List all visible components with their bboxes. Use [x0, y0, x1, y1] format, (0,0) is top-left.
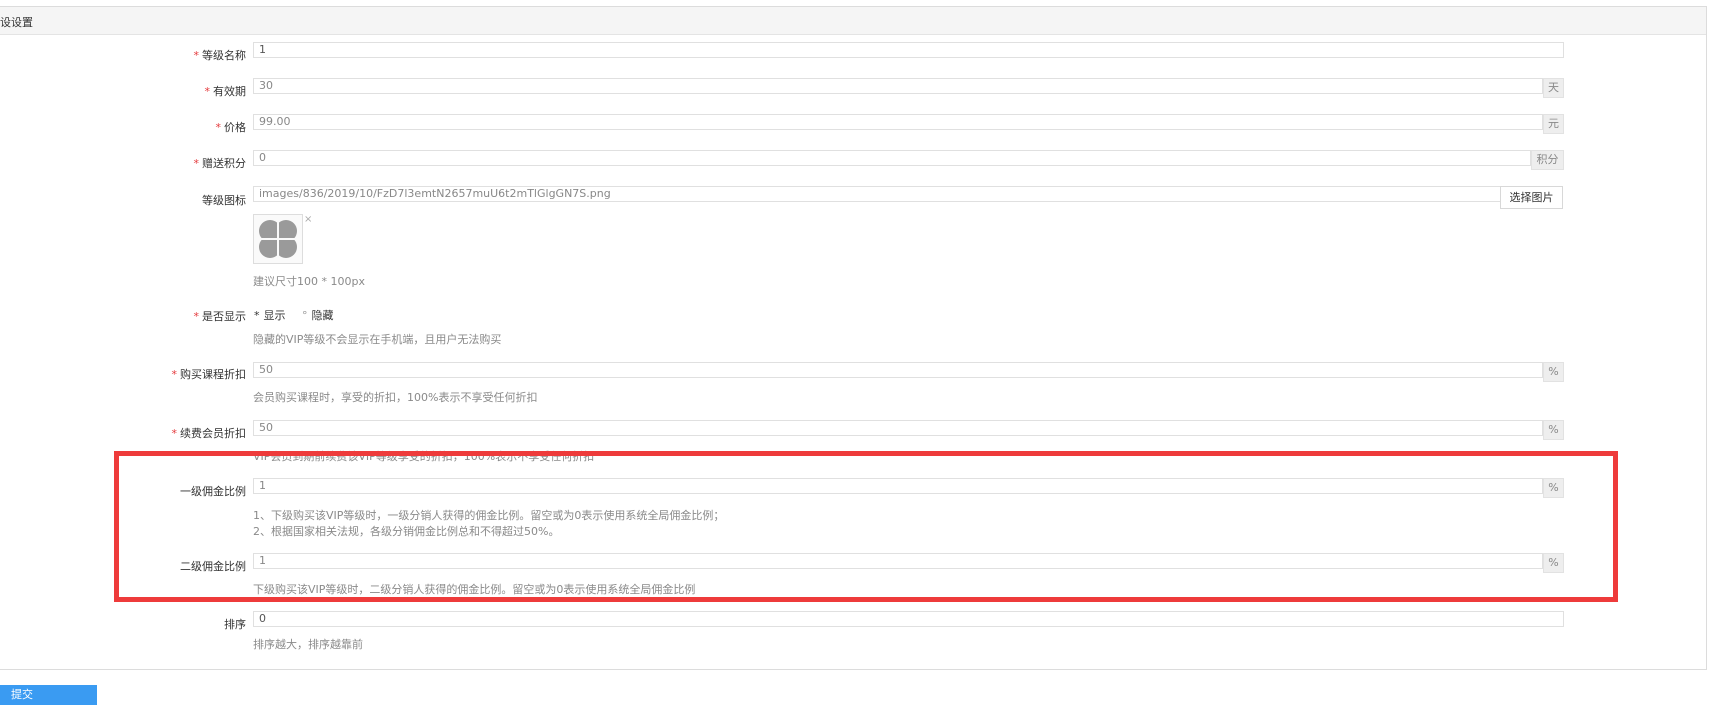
price-unit: 元 — [1543, 114, 1564, 134]
bonus-points-unit: 积分 — [1531, 150, 1564, 170]
required-mark: * — [193, 49, 200, 62]
display-label: * 是否显示 — [193, 310, 247, 323]
choose-image-button[interactable]: 选择图片 — [1500, 186, 1563, 209]
commission-level1-label: 一级佣金比例 — [180, 485, 246, 498]
price-input[interactable]: 99.00 — [253, 114, 1543, 130]
required-mark: * — [171, 368, 178, 381]
level-name-input[interactable]: 1 — [253, 42, 1564, 58]
price-label: * 价格 — [215, 121, 247, 134]
radio-selected-icon: * — [254, 309, 260, 322]
commission-level2-unit: % — [1543, 553, 1564, 573]
commission-level1-hint-2: 2、根据国家相关法规，各级分销佣金比例总和不得超过50%。 — [253, 525, 560, 538]
display-hint: 隐藏的VIP等级不会显示在手机端，且用户无法购买 — [253, 333, 502, 346]
commission-level2-hint: 下级购买该VIP等级时，二级分销人获得的佣金比例。留空或为0表示使用系统全局佣金… — [253, 583, 696, 596]
clover-icon — [258, 219, 298, 259]
level-icon-preview — [253, 214, 303, 264]
required-mark: * — [204, 85, 211, 98]
level-name-label: * 等级名称 — [193, 49, 247, 62]
renew-discount-input[interactable]: 50 — [253, 420, 1543, 436]
icon-label: 等级图标 — [202, 194, 246, 207]
submit-button[interactable]: 提交 — [0, 685, 97, 705]
panel-header: 设设置 — [0, 7, 1706, 35]
required-mark: * — [171, 427, 178, 440]
validity-input[interactable]: 30 — [253, 78, 1543, 94]
commission-level2-label: 二级佣金比例 — [180, 560, 246, 573]
sort-label: 排序 — [224, 618, 246, 631]
bonus-points-label: * 赠送积分 — [193, 157, 247, 170]
bonus-points-input[interactable]: 0 — [253, 150, 1531, 166]
validity-label: * 有效期 — [204, 85, 247, 98]
remove-image-icon[interactable]: × — [304, 214, 312, 225]
commission-level1-input[interactable]: 1 — [253, 478, 1543, 494]
renew-discount-unit: % — [1543, 420, 1564, 440]
course-discount-unit: % — [1543, 362, 1564, 382]
sort-input[interactable]: 0 — [253, 611, 1564, 627]
icon-size-hint: 建议尺寸100 * 100px — [253, 275, 365, 288]
validity-unit: 天 — [1543, 78, 1564, 98]
required-mark: * — [215, 121, 222, 134]
display-option-hide[interactable]: ° 隐藏 — [302, 307, 334, 323]
icon-path-input[interactable]: images/836/2019/10/FzD7l3emtN2657muU6t2m… — [253, 186, 1501, 202]
panel-title: 设设置 — [0, 16, 33, 29]
commission-level1-hint-1: 1、下级购买该VIP等级时，一级分销人获得的佣金比例。留空或为0表示使用系统全局… — [253, 509, 725, 522]
commission-level2-input[interactable]: 1 — [253, 553, 1543, 569]
sort-hint: 排序越大，排序越靠前 — [253, 638, 363, 651]
course-discount-input[interactable]: 50 — [253, 362, 1543, 378]
renew-discount-label: * 续费会员折扣 — [171, 427, 247, 440]
required-mark: * — [193, 310, 200, 323]
renew-discount-hint: VIP会员到期前续费该VIP等级享受的折扣，100%表示不享受任何折扣 — [253, 450, 595, 463]
commission-level1-unit: % — [1543, 478, 1564, 498]
required-mark: * — [193, 157, 200, 170]
course-discount-hint: 会员购买课程时，享受的折扣，100%表示不享受任何折扣 — [253, 391, 538, 404]
radio-unselected-icon: ° — [302, 309, 308, 322]
course-discount-label: * 购买课程折扣 — [171, 368, 247, 381]
display-option-show[interactable]: * 显示 — [254, 307, 286, 323]
